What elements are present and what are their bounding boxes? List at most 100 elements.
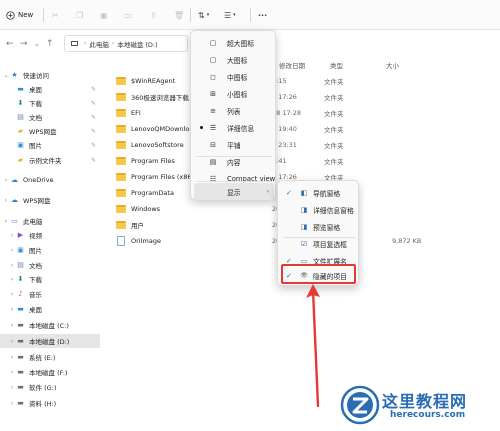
view-menu-item-label: 显示 xyxy=(227,188,241,197)
pin-icon: ✎ xyxy=(90,156,96,164)
file-row[interactable]: LenovoQMDownload 6 19:40 文件夹 xyxy=(104,122,500,135)
view-menu-item[interactable]: ⊟ 平铺 xyxy=(194,136,274,153)
sidebar-item[interactable]: › ⬇ 下载 xyxy=(0,272,100,286)
file-row[interactable]: Program Files 2:41 文件夹 xyxy=(104,154,500,167)
sidebar-item[interactable]: › ▬ 软件 (G:) xyxy=(0,380,100,394)
up-arrow-icon[interactable]: ↑ xyxy=(46,39,54,49)
sidebar-item[interactable]: › ▬ 桌面 xyxy=(0,302,100,316)
share-button[interactable]: ⇪ xyxy=(150,8,157,22)
sidebar-item-label: 桌面 xyxy=(29,306,42,314)
address-bar[interactable]: › 此电脑 › 本地磁盘 (D:) xyxy=(64,35,188,52)
chevron-right-icon[interactable]: › xyxy=(8,306,16,313)
more-button[interactable]: ··· xyxy=(258,8,267,22)
toolbar-divider xyxy=(190,8,191,22)
sidebar-item[interactable]: ▰ WPS网盘 ✎ xyxy=(0,124,100,138)
breadcrumb-item[interactable]: 此电脑 xyxy=(89,39,109,49)
show-submenu-item[interactable]: ✓ ◧ 导航窗格 xyxy=(281,184,357,201)
view-button[interactable]: ☰ ▾ xyxy=(224,8,236,22)
file-date: 28 17:28 xyxy=(272,108,302,117)
chevron-right-icon[interactable]: › xyxy=(8,354,16,361)
view-menu-item-label: 超大图标 xyxy=(227,39,255,48)
sidebar-item[interactable]: › ▶ 视频 xyxy=(0,228,100,242)
chevron-right-icon[interactable]: › xyxy=(8,384,16,391)
chevron-right-icon[interactable]: › xyxy=(8,247,16,254)
copy-button[interactable]: ❐ xyxy=(76,8,83,22)
sidebar-item-label: 下载 xyxy=(29,100,42,108)
file-name: Program Files (x86) xyxy=(131,172,195,181)
sidebar-item[interactable]: › ☁ WPS网盘 xyxy=(0,193,100,207)
pin-icon: ✎ xyxy=(90,85,96,93)
sidebar-item[interactable]: › ▬ 资料 (H:) xyxy=(0,396,100,410)
show-submenu-item[interactable]: ◨ 预览窗格 xyxy=(281,218,357,235)
chevron-right-icon[interactable]: › xyxy=(8,291,16,298)
square-icon: ▢ xyxy=(209,55,217,64)
chevron-right-icon[interactable]: ⌄ xyxy=(2,72,10,79)
sidebar-item[interactable]: › ▭ 此电脑 xyxy=(0,214,100,228)
cut-button[interactable]: ✂ xyxy=(52,8,59,22)
chevron-right-icon[interactable]: › xyxy=(8,338,16,345)
new-label: New xyxy=(18,11,34,19)
chevron-right-icon[interactable]: › xyxy=(8,369,16,376)
file-row[interactable]: $WinREAgent 2:15 文件夹 xyxy=(104,74,500,87)
sidebar-item[interactable]: ▬ 桌面 ✎ xyxy=(0,82,100,96)
rename-button[interactable]: ▭ xyxy=(124,8,132,22)
sidebar-item[interactable]: › ▤ 文档 xyxy=(0,258,100,272)
sidebar-item[interactable]: ▰ 示例文件夹 ✎ xyxy=(0,153,100,167)
view-menu-item[interactable]: ◻ 中图标 xyxy=(194,68,274,85)
delete-button[interactable]: 🗑 xyxy=(174,8,184,22)
file-type: 文件夹 xyxy=(324,157,344,166)
column-header-size[interactable]: 大小 xyxy=(386,60,399,70)
sidebar-item[interactable]: › ▬ 本地磁盘 (F:) xyxy=(0,365,100,379)
pin-icon: ✎ xyxy=(90,113,96,121)
sidebar-item[interactable]: ▣ 图片 ✎ xyxy=(0,138,100,152)
paste-button[interactable]: ▣ xyxy=(100,8,108,22)
sidebar-item[interactable]: › ▬ 本地磁盘 (D:) xyxy=(0,334,100,348)
file-row[interactable]: 360极速浏览器下载 2 17:26 文件夹 xyxy=(104,90,500,103)
sidebar-item-label: 图片 xyxy=(29,247,42,255)
view-menu-item[interactable]: ▢ 大图标 xyxy=(194,51,274,68)
view-menu-item-label: 详细信息 xyxy=(227,124,255,133)
chevron-right-icon[interactable]: › xyxy=(2,177,10,184)
sidebar-item[interactable]: › ▣ 图片 xyxy=(0,243,100,257)
chevron-right-icon[interactable]: › xyxy=(2,197,10,204)
sidebar-item-label: 示例文件夹 xyxy=(29,157,62,165)
sidebar-item-label: 快速访问 xyxy=(23,72,49,80)
sidebar-item[interactable]: ⌄ ★ 快速访问 xyxy=(0,68,100,82)
back-arrow-icon[interactable]: ← xyxy=(6,39,14,49)
chevron-right-icon[interactable]: › xyxy=(8,232,16,239)
chevron-right-icon[interactable]: › xyxy=(8,400,16,407)
file-row[interactable]: LenovoSoftstore 6 23:31 文件夹 xyxy=(104,138,500,151)
forward-arrow-icon[interactable]: → xyxy=(20,39,28,49)
sidebar-item[interactable]: ⬇ 下载 ✎ xyxy=(0,96,100,110)
sidebar-item-label: OneDrive xyxy=(23,176,54,184)
chevron-right-icon[interactable]: › xyxy=(8,276,16,283)
sidebar-item[interactable]: › ▬ 系统 (E:) xyxy=(0,350,100,364)
desktop-icon: ▬ xyxy=(17,85,24,93)
show-submenu-item[interactable]: ◨ 详细信息窗格 xyxy=(281,201,357,218)
column-header-date[interactable]: 修改日期 xyxy=(279,60,305,70)
view-menu-item[interactable]: 显示 › xyxy=(194,183,274,200)
chevron-right-icon[interactable]: › xyxy=(2,218,10,225)
new-button[interactable]: New xyxy=(6,8,33,22)
file-type: 文件夹 xyxy=(324,77,344,86)
checkbox-icon: ☑ xyxy=(300,239,308,248)
sidebar-item[interactable]: ▤ 文档 ✎ xyxy=(0,110,100,124)
highlight-box xyxy=(281,264,356,284)
view-menu-item[interactable]: ⊞ 小图标 xyxy=(194,85,274,102)
sort-button[interactable]: ⇅ ▾ xyxy=(198,8,209,22)
view-menu-item[interactable]: ▢ 超大图标 xyxy=(194,34,274,51)
file-row[interactable]: EFI 28 17:28 文件夹 xyxy=(104,106,500,119)
column-header-type[interactable]: 类型 xyxy=(330,60,343,70)
chevron-right-icon[interactable]: › xyxy=(8,262,16,269)
chevron-right-icon[interactable]: › xyxy=(8,322,16,329)
details-icon: ☰ xyxy=(209,123,217,132)
chevron-down-icon[interactable]: ⌄ xyxy=(34,40,40,48)
sidebar-item[interactable]: › ☁ OneDrive xyxy=(0,173,100,187)
view-dropdown-menu: ▢ 超大图标 ▢ 大图标 ◻ 中图标 ⊞ 小图标 ≡ 列表 ☰ 详细信息 ⊟ 平铺 ▤ 内容 ☷ Compact … xyxy=(190,30,276,200)
sidebar-item[interactable]: › ▬ 本地磁盘 (C:) xyxy=(0,318,100,332)
view-menu-item[interactable]: ≡ 列表 xyxy=(194,102,274,119)
view-menu-item[interactable]: ☰ 详细信息 xyxy=(194,119,274,136)
folder-icon: ▰ xyxy=(17,127,24,135)
breadcrumb-item[interactable]: 本地磁盘 (D:) xyxy=(117,39,157,49)
sidebar-item[interactable]: › ♪ 音乐 xyxy=(0,287,100,301)
